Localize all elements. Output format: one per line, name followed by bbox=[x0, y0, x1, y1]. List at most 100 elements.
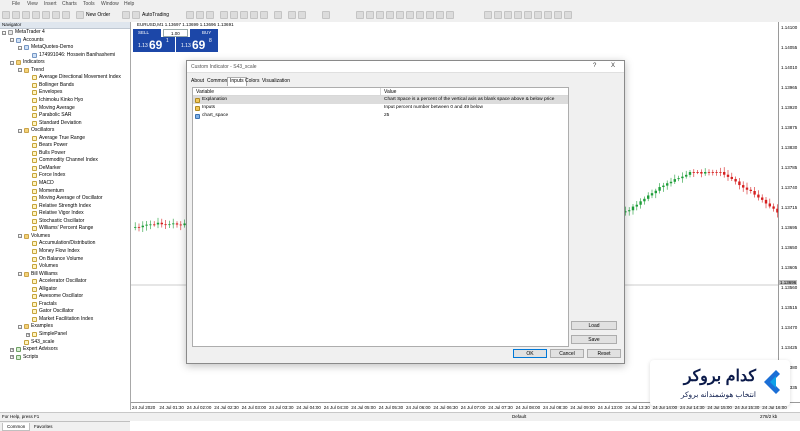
navigator-item[interactable]: Awesome Oscillator bbox=[0, 293, 130, 300]
navigator-item[interactable]: Moving Average of Oscillator bbox=[0, 195, 130, 202]
lot-size-input[interactable]: 1.00 bbox=[163, 29, 188, 37]
market-watch-icon[interactable] bbox=[22, 11, 30, 19]
tab-common[interactable]: Common bbox=[2, 423, 31, 431]
chart-shift-icon[interactable] bbox=[250, 11, 258, 19]
tab-about[interactable]: About bbox=[191, 78, 204, 84]
autotrading-button[interactable]: AutoTrading bbox=[142, 12, 169, 18]
collapse-icon[interactable]: - bbox=[18, 68, 22, 73]
text-icon[interactable] bbox=[426, 11, 434, 19]
navigator-icon[interactable] bbox=[42, 11, 50, 19]
table-row[interactable]: chart_space 25 bbox=[193, 112, 568, 120]
menu-insert[interactable]: Insert bbox=[44, 1, 57, 7]
cancel-button[interactable]: Cancel bbox=[550, 349, 584, 358]
menu-tools[interactable]: Tools bbox=[83, 1, 95, 7]
price-axis[interactable]: 1.14100 1.14055 1.14010 1.13965 1.13920 1.138… bbox=[778, 22, 800, 402]
navigator-item[interactable]: Envelopes bbox=[0, 89, 130, 96]
menu-view[interactable]: View bbox=[27, 1, 38, 7]
navigator-item[interactable]: Volumes bbox=[0, 263, 130, 270]
collapse-icon[interactable]: - bbox=[18, 128, 22, 133]
label-icon[interactable] bbox=[436, 11, 444, 19]
collapse-icon[interactable]: - bbox=[18, 45, 22, 50]
row-value[interactable]: Chart Space is a percent of the vertical… bbox=[384, 97, 554, 102]
period-m5-icon[interactable] bbox=[494, 11, 502, 19]
fibonacci-icon[interactable] bbox=[416, 11, 424, 19]
data-window-icon[interactable] bbox=[32, 11, 40, 19]
menu-help[interactable]: Help bbox=[124, 1, 134, 7]
collapse-icon[interactable]: - bbox=[18, 324, 22, 329]
navigator-item[interactable]: Bulls Power bbox=[0, 150, 130, 157]
navigator-item[interactable]: Accumulation/Distribution bbox=[0, 240, 130, 247]
navigator-item[interactable]: DeMarker bbox=[0, 165, 130, 172]
templates-icon[interactable] bbox=[298, 11, 306, 19]
zoom-out-icon[interactable] bbox=[230, 11, 238, 19]
new-order-icon[interactable] bbox=[76, 11, 84, 19]
menu-window[interactable]: Window bbox=[101, 1, 119, 7]
navigator-item[interactable]: - Indicators bbox=[0, 59, 130, 66]
navigator-item[interactable]: Relative Strength Index bbox=[0, 203, 130, 210]
collapse-icon[interactable]: - bbox=[18, 234, 22, 239]
navigator-item[interactable]: Ichimoku Kinko Hyo bbox=[0, 97, 130, 104]
trendline-icon[interactable] bbox=[396, 11, 404, 19]
expand-icon[interactable]: + bbox=[10, 355, 14, 360]
navigator-item[interactable]: Momentum bbox=[0, 188, 130, 195]
close-icon[interactable]: X bbox=[611, 63, 615, 69]
collapse-icon[interactable]: - bbox=[18, 272, 22, 277]
cursor-icon[interactable] bbox=[356, 11, 364, 19]
navigator-item[interactable]: On Balance Volume bbox=[0, 256, 130, 263]
row-value[interactable]: Input percent number between 0 and 49 be… bbox=[384, 105, 483, 110]
navigator-item[interactable]: Moving Average bbox=[0, 105, 130, 112]
menu-file[interactable]: File bbox=[12, 1, 20, 7]
navigator-item[interactable]: - Volumes bbox=[0, 233, 130, 240]
navigator-item[interactable]: Stochastic Oscillator bbox=[0, 218, 130, 225]
candlestick-icon[interactable] bbox=[196, 11, 204, 19]
navigator-item[interactable]: Average Directional Movement Index bbox=[0, 74, 130, 81]
arrows-icon[interactable] bbox=[446, 11, 454, 19]
metaeditor-icon[interactable] bbox=[122, 11, 130, 19]
navigator-item[interactable]: Bears Power bbox=[0, 142, 130, 149]
periodicity-icon[interactable] bbox=[322, 11, 330, 19]
navigator-item[interactable]: - MetaTrader 4 bbox=[0, 29, 130, 36]
autotrading-icon[interactable] bbox=[132, 11, 140, 19]
tile-windows-icon[interactable] bbox=[240, 11, 248, 19]
load-button[interactable]: Load bbox=[571, 321, 617, 330]
dialog-titlebar[interactable]: Custom Indicator - S43_scale ? X bbox=[187, 61, 624, 73]
navigator-item[interactable]: Money Flow Index bbox=[0, 248, 130, 255]
collapse-icon[interactable]: - bbox=[10, 60, 14, 65]
zoom-in-icon[interactable] bbox=[220, 11, 228, 19]
line-chart-icon[interactable] bbox=[206, 11, 214, 19]
navigator-item[interactable]: Williams' Percent Range bbox=[0, 225, 130, 232]
sell-button[interactable]: SELL bbox=[133, 29, 161, 37]
help-icon[interactable]: ? bbox=[593, 63, 596, 69]
navigator-item[interactable]: Commodity Channel Index bbox=[0, 157, 130, 164]
period-h4-icon[interactable] bbox=[534, 11, 542, 19]
period-m15-icon[interactable] bbox=[504, 11, 512, 19]
terminal-icon[interactable] bbox=[52, 11, 60, 19]
tab-inputs[interactable]: Inputs bbox=[227, 77, 247, 86]
tab-colors[interactable]: Colors bbox=[245, 78, 259, 84]
horizontal-line-icon[interactable] bbox=[386, 11, 394, 19]
expand-icon[interactable]: + bbox=[10, 347, 14, 352]
crosshair-icon[interactable] bbox=[366, 11, 374, 19]
table-row[interactable]: Inputs Input percent number between 0 an… bbox=[193, 104, 568, 112]
navigator-item[interactable]: - Examples bbox=[0, 323, 130, 330]
navigator-item[interactable]: Bollinger Bands bbox=[0, 82, 130, 89]
collapse-icon[interactable]: - bbox=[10, 38, 14, 43]
navigator-item[interactable]: - Trend bbox=[0, 67, 130, 74]
navigator-item[interactable]: Standard Deviation bbox=[0, 120, 130, 127]
navigator-item[interactable]: Force Index bbox=[0, 172, 130, 179]
autoscroll-icon[interactable] bbox=[260, 11, 268, 19]
navigator-item[interactable]: Parabolic SAR bbox=[0, 112, 130, 119]
profiles-icon[interactable] bbox=[12, 11, 20, 19]
vertical-line-icon[interactable] bbox=[376, 11, 384, 19]
tester-icon[interactable] bbox=[62, 11, 70, 19]
buy-price-box[interactable]: 1.13 69 8 bbox=[176, 37, 218, 52]
period-mn-icon[interactable] bbox=[564, 11, 572, 19]
bar-chart-icon[interactable] bbox=[186, 11, 194, 19]
expand-icon[interactable]: + bbox=[26, 332, 30, 337]
navigator-item[interactable]: - Oscillators bbox=[0, 127, 130, 134]
new-order-button[interactable]: New Order bbox=[86, 12, 110, 18]
indicators-icon[interactable] bbox=[274, 11, 282, 19]
ok-button[interactable]: OK bbox=[513, 349, 547, 358]
navigator-item[interactable]: Accelerator Oscillator bbox=[0, 278, 130, 285]
navigator-item[interactable]: - Bill Williams bbox=[0, 271, 130, 278]
